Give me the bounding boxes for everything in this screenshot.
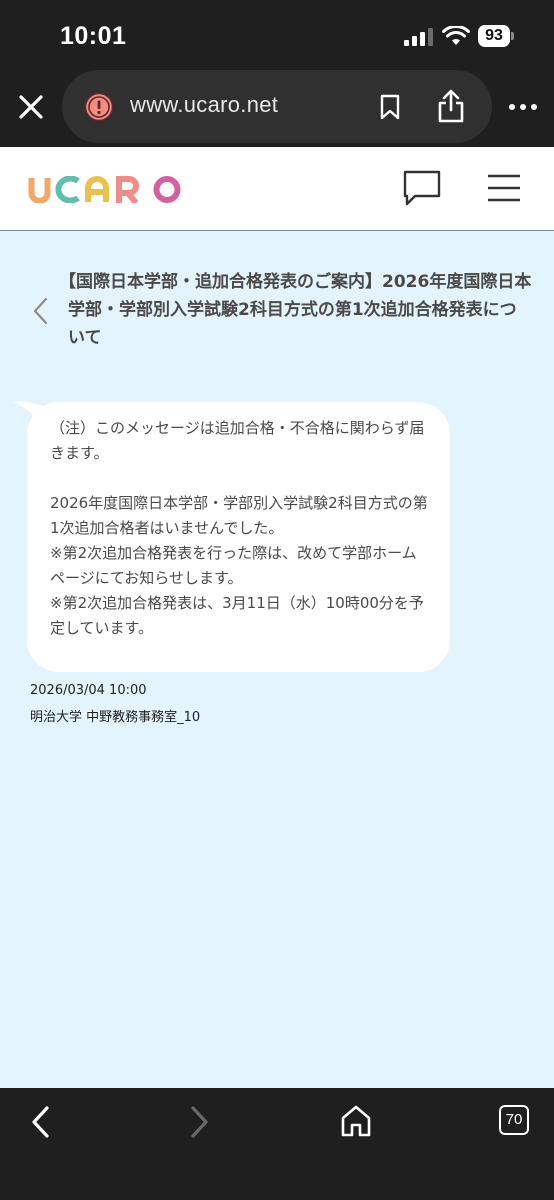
cellular-signal-icon: [404, 28, 433, 46]
chevron-left-icon[interactable]: [28, 1104, 54, 1140]
hamburger-icon[interactable]: [486, 173, 522, 203]
more-icon[interactable]: [508, 98, 538, 116]
message-title: 【国際日本学部・追加合格発表のご案内】2026年度国際日本学部・学部別入学試験2…: [59, 272, 532, 348]
bottom-toolbar: 70: [0, 1088, 554, 1200]
message-bubble: （注）このメッセージは追加合格・不合格に関わらず届きます。 2026年度国際日本…: [27, 402, 450, 672]
ucaro-logo[interactable]: [28, 176, 182, 203]
tabs-icon[interactable]: 70: [499, 1105, 529, 1135]
battery-tip: [511, 32, 514, 40]
chevron-right-icon[interactable]: [186, 1104, 212, 1140]
address-bar[interactable]: www.ucaro.net: [62, 70, 492, 143]
share-icon[interactable]: [436, 88, 466, 124]
close-icon[interactable]: [14, 90, 48, 124]
browser-toolbar: www.ucaro.net: [0, 70, 554, 147]
battery-level: 93: [478, 25, 510, 47]
home-icon[interactable]: [339, 1104, 373, 1138]
warning-icon[interactable]: [84, 92, 114, 122]
status-time: 10:01: [60, 22, 127, 50]
battery-indicator: 93: [478, 25, 514, 47]
message-sender: 明治大学 中野教務事務室_10: [30, 710, 201, 725]
status-bar: 10:01 93: [0, 0, 554, 70]
message-timestamp: 2026/03/04 10:00: [30, 683, 147, 698]
chat-bubble-icon[interactable]: [402, 169, 442, 207]
site-header: [0, 147, 554, 231]
url-text[interactable]: www.ucaro.net: [130, 92, 278, 118]
bookmark-icon[interactable]: [378, 94, 402, 120]
back-chevron-icon[interactable]: [30, 296, 50, 326]
wifi-icon: [442, 26, 470, 45]
